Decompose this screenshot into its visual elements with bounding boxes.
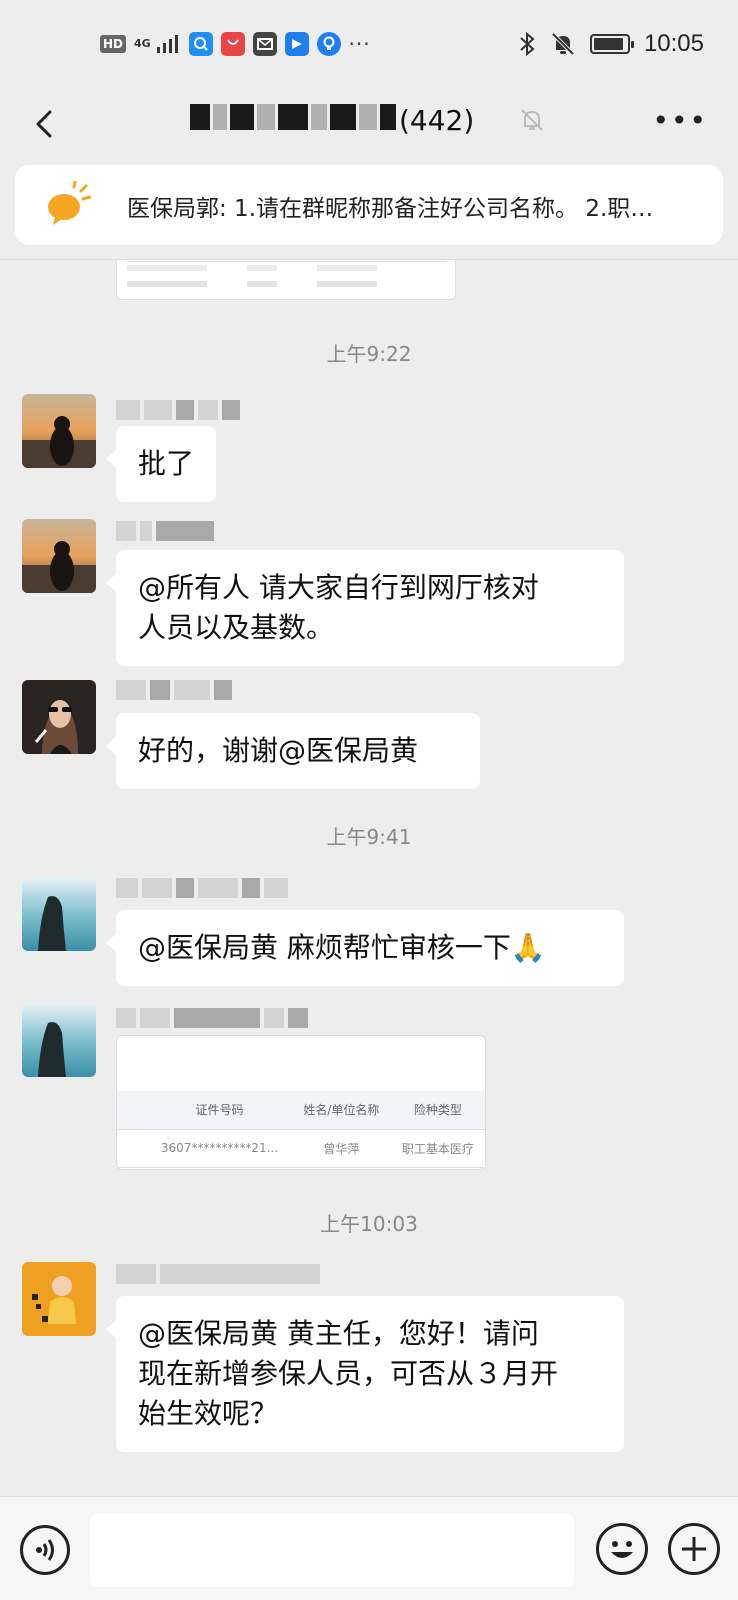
message-line: @医保局黄 黄主任，您好！请问	[138, 1317, 539, 1350]
table-cell: 职工基本医疗	[390, 1129, 485, 1168]
plus-icon[interactable]	[668, 1523, 720, 1575]
clock: 10:05	[643, 30, 704, 57]
avatar[interactable]	[22, 1262, 96, 1336]
hd-icon: HD	[100, 35, 127, 53]
avatar[interactable]	[22, 680, 96, 754]
message-line: 现在新增参保人员，可否从３月开	[138, 1357, 559, 1390]
emoji-icon[interactable]	[596, 1523, 648, 1575]
sender-name-redacted	[116, 680, 236, 702]
timestamp: 上午9:41	[326, 825, 412, 849]
timestamp: 上午10:03	[320, 1212, 418, 1236]
browser-icon	[188, 32, 213, 56]
avatar[interactable]	[22, 877, 96, 951]
table-header: 姓名/单位名称	[291, 1091, 391, 1130]
message-input[interactable]	[90, 1513, 574, 1587]
store-app-icon	[284, 32, 309, 56]
sender-name-redacted	[116, 878, 292, 900]
chat-header: (442) •••	[0, 90, 738, 160]
more-icon[interactable]: •••	[652, 104, 708, 137]
mute-bell-icon	[551, 32, 575, 56]
lightbulb-app-icon	[316, 32, 341, 56]
table-header: 证件号码	[147, 1091, 292, 1130]
sender-name-redacted	[116, 1264, 324, 1286]
battery-icon	[589, 34, 634, 54]
megaphone-icon	[48, 181, 91, 225]
mute-bell-icon	[521, 109, 543, 131]
table-cell: 3607**********21...	[147, 1129, 292, 1168]
redacted-group-name	[190, 103, 399, 137]
sender-name-redacted	[116, 400, 244, 422]
huawei-appgallery-icon	[220, 32, 245, 56]
message-bubble[interactable]: 好的，谢谢@医保局黄	[106, 713, 480, 789]
input-bar	[0, 1496, 738, 1600]
table-header: 险种类型	[390, 1091, 485, 1130]
message-bubble[interactable]: @医保局黄 麻烦帮忙审核一下🙏	[106, 910, 624, 986]
signal-icon: 4G	[134, 33, 181, 55]
image-message[interactable]: 证件号码 姓名/单位名称 险种类型 3607**********21... 曾华…	[116, 1035, 486, 1170]
mail-app-icon	[252, 32, 277, 56]
message-line: 始生效呢？	[138, 1397, 279, 1430]
bluetooth-icon	[520, 31, 535, 57]
announcement-text: 医保局郭: 1.请在群昵称那备注好公司名称。 2.职…	[127, 196, 654, 222]
sender-name-redacted	[116, 1008, 312, 1030]
back-icon[interactable]	[26, 104, 66, 144]
overflow-indicator: ···	[348, 32, 371, 56]
image-message[interactable]	[116, 260, 456, 300]
avatar[interactable]	[22, 394, 96, 468]
message-bubble[interactable]: 批了	[105, 426, 217, 502]
avatar[interactable]	[22, 519, 96, 593]
message-bubble[interactable]: @所有人 请大家自行到网厅核对 人员以及基数。	[106, 550, 624, 666]
avatar[interactable]	[22, 1003, 96, 1077]
status-bar: HD 4G ··· 10:05	[0, 0, 738, 90]
message-line: @所有人 请大家自行到网厅核对	[138, 571, 539, 604]
table-cell: 曾华萍	[291, 1129, 391, 1168]
message-line: 人员以及基数。	[138, 611, 335, 644]
member-count: (442)	[399, 103, 475, 137]
sender-name-redacted	[116, 521, 218, 543]
group-announcement[interactable]: 医保局郭: 1.请在群昵称那备注好公司名称。 2.职…	[15, 165, 723, 245]
screenshot-table: 证件号码 姓名/单位名称 险种类型 3607**********21... 曾华…	[117, 1091, 485, 1168]
timestamp: 上午9:22	[326, 342, 412, 366]
voice-icon[interactable]	[20, 1525, 70, 1575]
group-title: (442)	[190, 98, 474, 142]
message-bubble[interactable]: @医保局黄 黄主任，您好！请问 现在新增参保人员，可否从３月开 始生效呢？	[106, 1296, 624, 1452]
message-list[interactable]: 上午9:22 批了 @所有人 请大家自行到网厅核对 人员以及基数。 好的，谢谢@…	[0, 260, 738, 1496]
